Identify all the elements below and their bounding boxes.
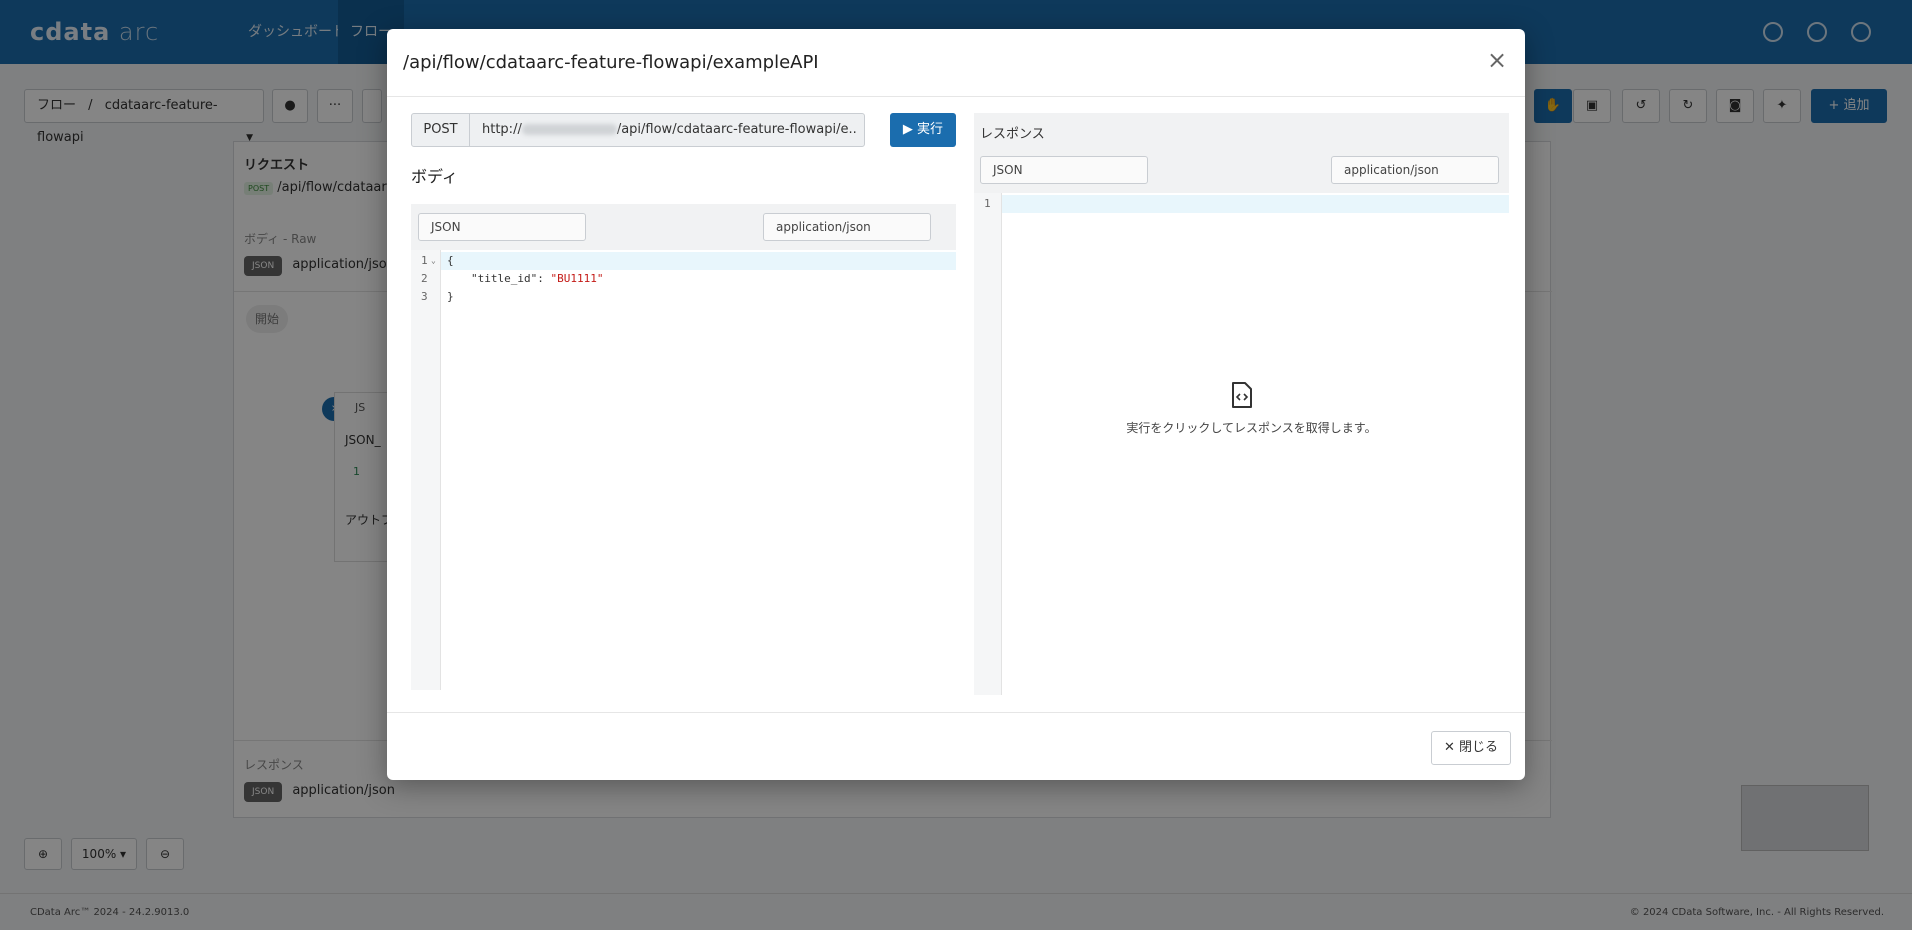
active-line-highlight	[1002, 195, 1509, 213]
body-editor-header: JSON application/json	[411, 204, 956, 250]
body-content-type-input[interactable]: application/json	[763, 213, 931, 241]
response-content-type-input[interactable]: application/json	[1331, 156, 1499, 184]
modal-title: /api/flow/cdataarc-feature-flowapi/examp…	[403, 52, 819, 73]
body-code-editor[interactable]: 1 ⌄ 2 3 { "title_id": "BU1111" }	[411, 250, 956, 690]
api-test-modal: /api/flow/cdataarc-feature-flowapi/examp…	[387, 29, 1525, 780]
close-button[interactable]: ✕ 閉じる	[1430, 731, 1511, 765]
response-format-select[interactable]: JSON	[980, 156, 1148, 184]
empty-response-message: 実行をクリックしてレスポンスを取得します。	[1126, 421, 1377, 435]
line-number-gutter	[974, 193, 1002, 695]
code-line-3: }	[447, 290, 454, 303]
http-method-label: POST	[412, 114, 470, 146]
body-format-select[interactable]: JSON	[418, 213, 586, 241]
request-url-field[interactable]: http:///api/flow/cdataarc-feature-flowap…	[482, 114, 858, 146]
fold-chevron-icon[interactable]: ⌄	[431, 256, 436, 265]
run-button[interactable]: ▶ 実行	[890, 113, 956, 147]
code-file-icon	[1232, 382, 1252, 408]
code-line-1: {	[447, 254, 454, 267]
modal-header: /api/flow/cdataarc-feature-flowapi/examp…	[387, 29, 1525, 97]
response-title: レスポンス	[980, 127, 1045, 142]
active-line-highlight	[441, 252, 956, 270]
response-code-editor[interactable]: 1	[974, 193, 1509, 695]
body-section-title: ボディ	[411, 167, 458, 186]
line-number-gutter	[411, 250, 441, 690]
request-url-group: POST http:///api/flow/cdataarc-feature-f…	[411, 113, 865, 147]
modal-footer: ✕ 閉じる	[387, 712, 1525, 780]
code-line-2: "title_id": "BU1111"	[471, 272, 604, 285]
redacted-host	[521, 124, 617, 135]
close-icon[interactable]: ×	[1485, 48, 1509, 73]
